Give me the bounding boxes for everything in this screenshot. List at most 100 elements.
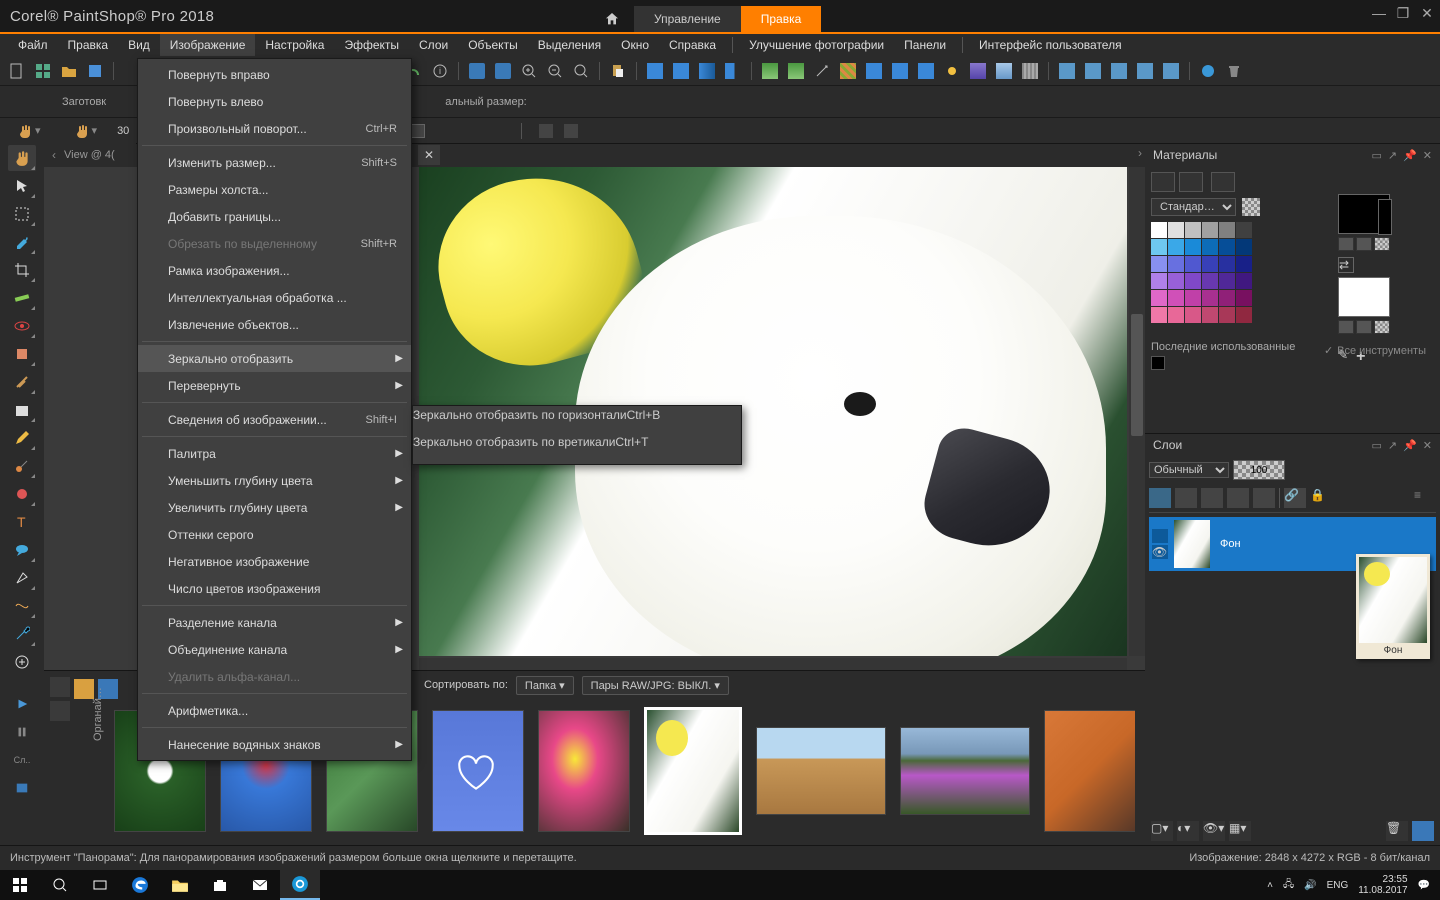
- swatch[interactable]: [1236, 239, 1252, 255]
- swatch[interactable]: [1168, 222, 1184, 238]
- edge-icon[interactable]: [120, 870, 160, 900]
- tb-save[interactable]: [84, 60, 106, 82]
- background-swatch[interactable]: [1338, 277, 1390, 317]
- tb-fx1[interactable]: [670, 60, 692, 82]
- tool-pointer[interactable]: [8, 173, 36, 199]
- tool-play[interactable]: [8, 691, 36, 717]
- tab-manage[interactable]: Управление: [634, 6, 741, 32]
- swatch[interactable]: [1185, 222, 1201, 238]
- menu-item[interactable]: Нанесение водяных знаков▶: [138, 731, 411, 758]
- tray-clock[interactable]: 23:55 11.08.2017: [1358, 874, 1407, 896]
- mat-style-dropdown[interactable]: Стандар…: [1151, 198, 1236, 216]
- tb-paste[interactable]: [607, 60, 629, 82]
- swatch[interactable]: [1236, 273, 1252, 289]
- tb-fx5[interactable]: [889, 60, 911, 82]
- all-tools-check[interactable]: ✓Все инструменты: [1324, 344, 1426, 357]
- swatch[interactable]: [1236, 307, 1252, 323]
- panel-min[interactable]: ▭: [1371, 150, 1381, 162]
- thumb-5[interactable]: [538, 710, 630, 832]
- menu-item[interactable]: Сведения об изображении...Shift+I: [138, 406, 411, 433]
- minimize-button[interactable]: —: [1372, 6, 1386, 20]
- org-view-grid[interactable]: [74, 679, 94, 699]
- menu-edit[interactable]: Правка: [58, 34, 119, 56]
- panel-float[interactable]: ↗: [1388, 440, 1397, 452]
- ly-btn-menu[interactable]: ≡: [1414, 488, 1436, 508]
- mat-tab-3[interactable]: [1211, 172, 1235, 192]
- swatch[interactable]: [1202, 239, 1218, 255]
- paintshop-taskbar-icon[interactable]: [280, 870, 320, 900]
- lyb-1[interactable]: ▢▾: [1151, 821, 1173, 841]
- menu-adjust[interactable]: Настройка: [255, 34, 334, 56]
- tb-fx8[interactable]: [993, 60, 1015, 82]
- swatch[interactable]: [1219, 256, 1235, 272]
- tool-rec[interactable]: [8, 719, 36, 745]
- fg-s2[interactable]: [1356, 237, 1372, 251]
- swatch[interactable]: [1168, 273, 1184, 289]
- swatch[interactable]: [1185, 273, 1201, 289]
- tool-h2[interactable]: [8, 775, 36, 801]
- tb-fx9[interactable]: [1019, 60, 1041, 82]
- thumb-6-selected[interactable]: [644, 707, 742, 835]
- swatch[interactable]: [1202, 290, 1218, 306]
- mat-tab-2[interactable]: [1179, 172, 1203, 192]
- mat-tab-1[interactable]: [1151, 172, 1175, 192]
- mail-icon[interactable]: [240, 870, 280, 900]
- opt-icon-3[interactable]: [560, 121, 582, 141]
- swatch[interactable]: [1202, 273, 1218, 289]
- tb-new[interactable]: [6, 60, 28, 82]
- tb-share[interactable]: [1197, 60, 1219, 82]
- switch-icon[interactable]: ⇄: [1338, 257, 1354, 273]
- swatch[interactable]: [1219, 273, 1235, 289]
- panel-float[interactable]: ↗: [1388, 150, 1397, 162]
- thumb-7[interactable]: [756, 727, 886, 815]
- tray-lang[interactable]: ENG: [1327, 880, 1349, 891]
- ly-btn-link[interactable]: 🔗: [1284, 488, 1306, 508]
- swatch[interactable]: [1151, 256, 1167, 272]
- tab-edit[interactable]: Правка: [741, 6, 822, 32]
- swatch[interactable]: [1219, 290, 1235, 306]
- tb-a2[interactable]: [1082, 60, 1104, 82]
- menu-file[interactable]: Файл: [8, 34, 58, 56]
- swatch[interactable]: [1185, 290, 1201, 306]
- tb-zoom100[interactable]: [570, 60, 592, 82]
- blend-mode[interactable]: Обычный: [1149, 462, 1229, 478]
- tb-screen[interactable]: [644, 60, 666, 82]
- tool-picker[interactable]: [8, 621, 36, 647]
- swatch[interactable]: [1236, 256, 1252, 272]
- doc-prev[interactable]: ‹: [44, 148, 64, 162]
- menu-item[interactable]: Рамка изображения...: [138, 257, 411, 284]
- menu-image[interactable]: Изображение: [160, 34, 256, 56]
- menu-photo-enhance[interactable]: Улучшение фотографии: [739, 34, 894, 56]
- mat-transparent-icon[interactable]: [1242, 198, 1260, 216]
- ly-btn-1[interactable]: [1149, 488, 1171, 508]
- menu-selections[interactable]: Выделения: [528, 34, 611, 56]
- menu-item[interactable]: Оттенки серого: [138, 521, 411, 548]
- org-btn-1[interactable]: [50, 677, 70, 697]
- tray-notif-icon[interactable]: 💬: [1418, 880, 1430, 891]
- menu-item[interactable]: Повернуть влево: [138, 88, 411, 115]
- search-icon[interactable]: [40, 870, 80, 900]
- panel-pin[interactable]: 📌: [1403, 150, 1417, 162]
- tb-zoomout[interactable]: [544, 60, 566, 82]
- tb-display2[interactable]: [492, 60, 514, 82]
- menu-item[interactable]: Число цветов изображения: [138, 575, 411, 602]
- rawjpg-dropdown[interactable]: Пары RAW/JPG: ВЫКЛ. ▾: [582, 676, 729, 695]
- menu-item[interactable]: Размеры холста...: [138, 176, 411, 203]
- menu-window[interactable]: Окно: [611, 34, 659, 56]
- panel-pin[interactable]: 📌: [1403, 440, 1417, 452]
- thumb-8[interactable]: [900, 727, 1030, 815]
- menu-objects[interactable]: Объекты: [458, 34, 528, 56]
- tool-shape[interactable]: [8, 481, 36, 507]
- bg-s3[interactable]: [1374, 320, 1390, 334]
- tool-warp[interactable]: [8, 593, 36, 619]
- lyb-4[interactable]: ▦▾: [1229, 821, 1251, 841]
- tb-display[interactable]: [466, 60, 488, 82]
- menu-view[interactable]: Вид: [118, 34, 160, 56]
- doc-next[interactable]: ›: [1138, 146, 1142, 160]
- tb-tile[interactable]: [32, 60, 54, 82]
- menu-item[interactable]: Перевернуть▶: [138, 372, 411, 399]
- layer-vis-icon-2[interactable]: 👁: [1152, 545, 1168, 559]
- menu-item[interactable]: Увеличить глубину цвета▶: [138, 494, 411, 521]
- submenu-item[interactable]: Зеркально отобразить по горизонталиCtrl+…: [413, 408, 741, 435]
- thumb-4[interactable]: [432, 710, 524, 832]
